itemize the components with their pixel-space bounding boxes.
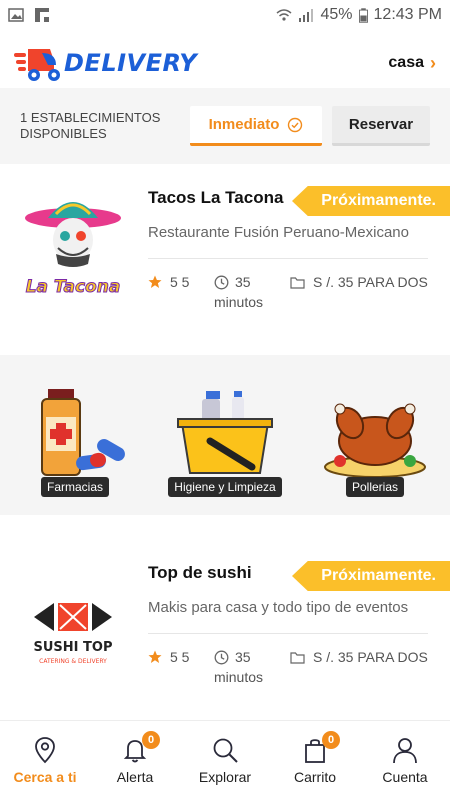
nav-label: Carrito <box>293 769 336 785</box>
search-icon <box>213 738 238 763</box>
category-label: Farmacias <box>40 477 109 497</box>
nav-label: Explorar <box>198 769 252 785</box>
time-value: 35 <box>235 274 251 290</box>
category-farmacias[interactable]: Farmacias <box>5 383 145 497</box>
category-label: Pollerias <box>345 477 405 497</box>
nav-carrito[interactable]: 0 Carrito <box>275 731 355 785</box>
store-delivery-time: 35 minutos <box>214 649 263 685</box>
location-label: casa <box>388 54 424 71</box>
clock-icon <box>214 275 229 289</box>
available-count: 1 ESTABLECIMIENTOS DISPONIBLES <box>20 110 161 141</box>
folder-icon <box>290 276 305 289</box>
filter-bar: 1 ESTABLECIMIENTOS DISPONIBLES Inmediato… <box>0 88 450 164</box>
cleaning-icon <box>177 391 273 474</box>
location-selector[interactable]: casa › <box>388 53 436 74</box>
sushi-top-logo-text: SUSHI TOP <box>34 640 113 655</box>
time-unit: minutos <box>214 669 264 685</box>
sushi-top-logo: SUSHI TOP CATERING & DELIVERY <box>34 603 113 665</box>
store-price: S /. 35 PARA DOS <box>290 274 428 290</box>
rating-value: 5 5 <box>170 649 190 665</box>
tab-reserve[interactable]: Reservar <box>332 106 430 146</box>
clock-icon <box>214 650 229 664</box>
store-card[interactable]: La Tacona Tacos La Tacona Próximamente. … <box>0 166 450 356</box>
rating-value: 5 5 <box>170 274 190 290</box>
tab-reserve-label: Reservar <box>348 116 414 133</box>
price-value: S /. 35 PARA DOS <box>313 649 428 665</box>
status-bar: 45% 12:43 PM <box>0 0 450 30</box>
roast-chicken-icon <box>324 403 426 478</box>
chevron-right-icon: › <box>430 52 436 73</box>
sushi-top-logo-subtext: CATERING & DELIVERY <box>39 658 107 665</box>
store-name: Tacos La Tacona <box>148 188 284 207</box>
battery-icon <box>358 7 368 23</box>
image-icon <box>8 8 24 22</box>
alert-badge: 0 <box>142 731 160 749</box>
la-tacona-logo-text: La Tacona <box>26 277 121 297</box>
pharmacy-icon <box>41 389 125 476</box>
divider <box>148 258 428 259</box>
nav-label: Alerta <box>116 769 154 785</box>
store-rating: 5 5 <box>148 274 189 290</box>
nav-alerta[interactable]: 0 Alerta <box>95 731 175 785</box>
time-value: 35 <box>235 649 251 665</box>
category-pollerias[interactable]: Pollerias <box>305 383 445 497</box>
location-pin-icon <box>35 737 55 764</box>
cart-badge: 0 <box>322 731 340 749</box>
category-strip: Farmacias Higiene y Limpieza Pollerias <box>0 355 450 515</box>
store-name: Top de sushi <box>148 563 252 582</box>
store-delivery-time: 35 minutos <box>214 274 263 310</box>
bottom-nav: Cerca a ti 0 Alerta Explorar 0 Carrito C… <box>0 720 450 800</box>
store-rating: 5 5 <box>148 649 189 665</box>
tab-immediate[interactable]: Inmediato <box>190 106 322 146</box>
app-header: DELIVERY casa › <box>0 36 450 90</box>
divider <box>148 633 428 634</box>
la-tacona-logo: La Tacona <box>25 202 121 298</box>
battery-percent: 45% <box>320 6 353 23</box>
coming-soon-badge: Próximamente. <box>292 186 450 216</box>
brand-name: DELIVERY <box>64 49 198 77</box>
store-card[interactable]: SUSHI TOP CATERING & DELIVERY Top de sus… <box>0 541 450 731</box>
nav-cuenta[interactable]: Cuenta <box>365 735 445 785</box>
store-price: S /. 35 PARA DOS <box>290 649 428 665</box>
store-description: Makis para casa y todo tipo de eventos <box>148 599 409 616</box>
clock: 12:43 PM <box>373 6 442 23</box>
nav-label: Cuenta <box>382 769 428 785</box>
folder-icon <box>290 651 305 664</box>
check-circle-icon <box>288 117 303 132</box>
nav-explorar[interactable]: Explorar <box>185 735 265 785</box>
flipboard-icon <box>35 8 49 22</box>
category-higiene[interactable]: Higiene y Limpieza <box>155 383 295 497</box>
wifi-icon <box>276 9 292 21</box>
scooter-logo-icon <box>14 49 60 81</box>
coming-soon-badge: Próximamente. <box>292 561 450 591</box>
nav-label: Cerca a ti <box>13 769 77 785</box>
store-description: Restaurante Fusión Peruano-Mexicano <box>148 224 409 241</box>
nav-cerca[interactable]: Cerca a ti <box>5 735 85 785</box>
tab-immediate-label: Inmediato <box>208 116 280 133</box>
signal-icon <box>299 9 314 22</box>
user-icon <box>393 738 417 764</box>
star-icon <box>148 275 162 288</box>
category-label: Higiene y Limpieza <box>168 477 282 497</box>
price-value: S /. 35 PARA DOS <box>313 274 428 290</box>
star-icon <box>148 650 162 663</box>
app-logo[interactable]: DELIVERY <box>14 43 197 83</box>
time-unit: minutos <box>214 294 264 310</box>
